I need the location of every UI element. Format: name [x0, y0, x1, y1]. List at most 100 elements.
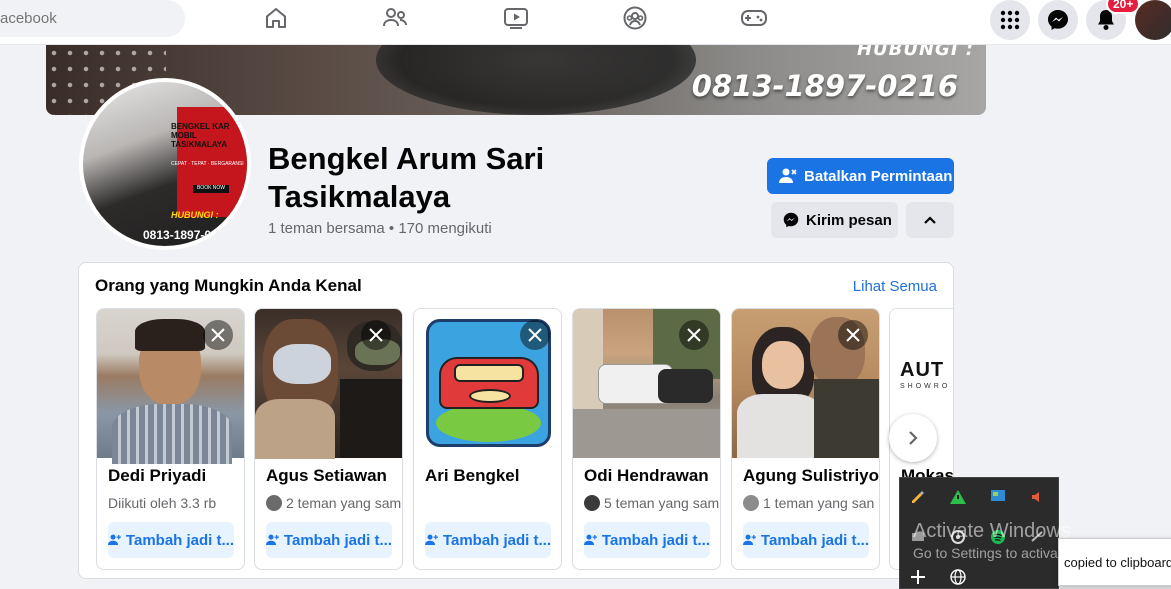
pencil-icon	[912, 491, 924, 503]
add-friend-label: Tambah jadi t...	[442, 531, 551, 549]
close-icon	[369, 328, 383, 342]
person-subtitle: 2 teman yang sam	[266, 495, 402, 511]
activate-windows-title: Activate Windows	[913, 520, 1071, 542]
showroom-logo-subtext: SHOWRO	[900, 383, 951, 390]
pencil-app-icon[interactable]	[908, 487, 928, 507]
suggestion-card[interactable]: Ari Bengkel Tambah jadi t...	[413, 308, 562, 570]
person-name[interactable]: Ari Bengkel	[425, 466, 561, 486]
suggestion-card[interactable]: Agung Sulistriyo 1 teman yang san Tambah…	[731, 308, 880, 570]
chevron-right-icon	[909, 431, 918, 445]
nav-home-button[interactable]	[246, 0, 306, 36]
dismiss-button[interactable]	[520, 320, 550, 350]
page-title: Bengkel Arum Sari Tasikmalaya	[268, 141, 545, 214]
grid-menu-icon	[1000, 10, 1020, 30]
page-stats: 1 teman bersama • 170 mengikuti	[268, 220, 492, 237]
person-add-icon	[743, 534, 756, 546]
clipboard-toast: copied to clipboard	[1058, 538, 1171, 586]
account-avatar[interactable]	[1135, 0, 1171, 40]
nav-gaming-button[interactable]	[724, 0, 784, 36]
notifications-button[interactable]: 20+	[1086, 0, 1141, 40]
messenger-icon	[1048, 10, 1068, 30]
dismiss-button[interactable]	[203, 320, 233, 350]
person-name[interactable]: Odi Hendrawan	[584, 466, 720, 486]
mutual-friend-avatar	[266, 495, 282, 511]
gamepad-icon	[741, 10, 767, 26]
menu-button[interactable]	[990, 0, 1030, 40]
close-icon	[211, 328, 225, 342]
person-subtitle-text: 1 teman yang san	[763, 495, 875, 511]
next-button[interactable]	[889, 414, 937, 462]
people-you-may-know: Orang yang Mungkin Anda Kenal Lihat Semu…	[78, 262, 954, 579]
person-add-icon	[425, 534, 438, 546]
messenger-icon	[783, 212, 799, 228]
add-friend-button[interactable]: Tambah jadi t...	[108, 522, 234, 558]
dismiss-button[interactable]	[679, 320, 709, 350]
person-cancel-icon	[779, 168, 797, 183]
close-icon	[846, 328, 860, 342]
nav-groups-button[interactable]	[605, 0, 665, 36]
speaker-icon	[1032, 492, 1039, 502]
top-navigation-bar: 20+	[0, 0, 1171, 45]
globe-icon	[950, 569, 966, 585]
dismiss-button[interactable]	[361, 320, 391, 350]
suggestion-card[interactable]: Agus Setiawan 2 teman yang sam Tambah ja…	[254, 308, 403, 570]
collapse-button[interactable]	[906, 202, 954, 238]
person-name[interactable]: Agung Sulistriyo	[743, 466, 879, 486]
close-icon	[687, 328, 701, 342]
tire-graphic	[376, 45, 696, 115]
person-name[interactable]: Dedi Priyadi	[108, 466, 244, 486]
add-friend-button[interactable]: Tambah jadi t...	[266, 522, 392, 558]
add-friend-button[interactable]: Tambah jadi t...	[584, 522, 710, 558]
friends-icon	[383, 8, 407, 27]
monitor-icon	[991, 490, 1005, 501]
send-message-button[interactable]: Kirim pesan	[771, 202, 898, 238]
mutual-friend-avatar	[743, 495, 759, 511]
add-friend-button[interactable]: Tambah jadi t...	[743, 522, 869, 558]
add-friend-label: Tambah jadi t...	[125, 531, 234, 549]
person-name[interactable]: Agus Setiawan	[266, 466, 402, 486]
profile-picture-phone: 0813-1897-0	[143, 228, 212, 242]
plus-icon	[911, 570, 925, 584]
add-button[interactable]	[908, 567, 928, 587]
cancel-request-button[interactable]: Batalkan Permintaan	[767, 158, 954, 194]
warning-triangle-icon	[950, 490, 966, 504]
network-app-icon[interactable]	[988, 487, 1008, 507]
add-friend-label: Tambah jadi t...	[283, 531, 392, 549]
home-icon	[266, 8, 286, 28]
showroom-logo-text: AUT	[900, 359, 945, 381]
profile-picture-book-label: BOOK NOW	[193, 185, 229, 193]
add-friend-button[interactable]: Tambah jadi t...	[425, 522, 551, 558]
search-input[interactable]	[0, 8, 170, 28]
profile-picture-text: BENGKEL KAR MOBIL TASIKMALAYA	[171, 122, 230, 149]
volume-button[interactable]	[1028, 487, 1048, 507]
dismiss-button[interactable]	[838, 320, 868, 350]
send-message-label: Kirim pesan	[806, 211, 892, 229]
suggestion-card[interactable]: Dedi Priyadi Diikuti oleh 3.3 rb Tambah …	[96, 308, 245, 570]
cover-hubungi-text: HUBUNGI :	[856, 45, 974, 60]
nav-watch-button[interactable]	[486, 0, 546, 36]
close-icon	[528, 328, 542, 342]
groups-icon	[623, 6, 647, 30]
person-subtitle: 1 teman yang san	[743, 495, 879, 511]
profile-picture-tagline: CEPAT · TEPAT · BERGARANSI	[171, 161, 244, 167]
messenger-button[interactable]	[1038, 0, 1078, 40]
chevron-up-icon	[924, 216, 936, 224]
person-subtitle-text: 2 teman yang sam	[286, 495, 402, 511]
video-icon	[504, 8, 528, 29]
mutual-friend-avatar	[584, 495, 600, 511]
person-add-icon	[108, 534, 121, 546]
profile-picture[interactable]: BENGKEL KAR MOBIL TASIKMALAYA CEPAT · TE…	[79, 78, 251, 250]
person-subtitle: Diikuti oleh 3.3 rb	[108, 495, 244, 511]
nav-friends-button[interactable]	[365, 0, 425, 36]
person-add-icon	[584, 534, 597, 546]
add-friend-label: Tambah jadi t...	[760, 531, 869, 549]
search-box[interactable]	[0, 0, 185, 37]
person-add-icon	[266, 534, 279, 546]
suggestion-card[interactable]: Odi Hendrawan 5 teman yang sam Tambah ja…	[572, 308, 721, 570]
triangle-app-icon[interactable]	[948, 487, 968, 507]
see-all-link[interactable]: Lihat Semua	[853, 278, 937, 295]
globe-app-icon[interactable]	[948, 567, 968, 587]
person-subtitle: 5 teman yang sam	[584, 495, 720, 511]
profile-picture-hubungi: HUBUNGI :	[171, 210, 219, 220]
add-friend-label: Tambah jadi t...	[601, 531, 710, 549]
